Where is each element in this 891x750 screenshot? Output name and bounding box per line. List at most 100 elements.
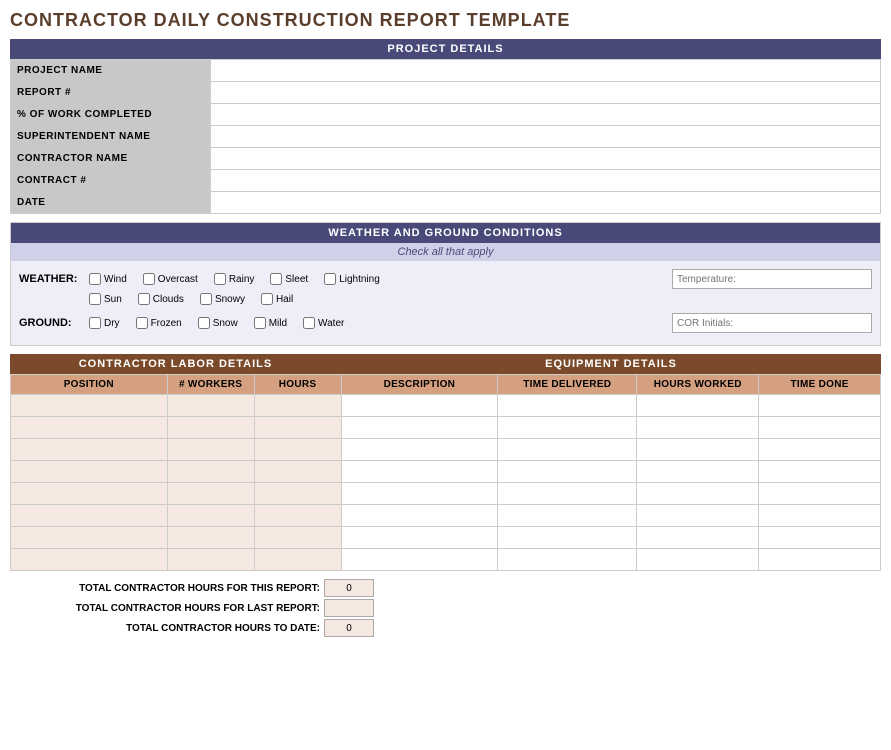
total-label: TOTAL CONTRACTOR HOURS FOR THIS REPORT: <box>10 583 320 594</box>
project-field-label: REPORT # <box>11 82 211 104</box>
weather-checkbox[interactable] <box>89 293 101 305</box>
labor-cell <box>167 439 254 461</box>
labor-cell <box>254 417 341 439</box>
project-field-value <box>211 126 881 148</box>
equipment-cell <box>759 461 881 483</box>
labor-cell <box>167 527 254 549</box>
labor-cell <box>167 461 254 483</box>
cor-initials-input[interactable] <box>672 313 872 333</box>
equipment-cell <box>637 461 759 483</box>
totals-section: TOTAL CONTRACTOR HOURS FOR THIS REPORT: 0… <box>10 579 881 637</box>
weather-checkbox-item: Hail <box>261 293 293 305</box>
weather-checkbox[interactable] <box>89 317 101 329</box>
weather-checkbox[interactable] <box>89 273 101 285</box>
weather-checkbox-label: Hail <box>276 294 293 305</box>
equipment-cell <box>759 439 881 461</box>
weather-checkbox[interactable] <box>138 293 150 305</box>
weather-checkbox[interactable] <box>254 317 266 329</box>
weather-checkbox-label: Lightning <box>339 274 380 285</box>
labor-cell <box>11 483 168 505</box>
labor-cell <box>11 461 168 483</box>
temperature-input[interactable] <box>672 269 872 289</box>
weather-checkbox-label: Rainy <box>229 274 255 285</box>
labor-cell <box>167 505 254 527</box>
main-title: CONTRACTOR DAILY CONSTRUCTION REPORT TEM… <box>10 10 881 31</box>
labor-cell <box>11 549 168 571</box>
labor-cell <box>254 439 341 461</box>
weather-checkbox-item: Snowy <box>200 293 245 305</box>
weather-checkbox[interactable] <box>143 273 155 285</box>
project-field-value <box>211 170 881 192</box>
weather-checkbox[interactable] <box>261 293 273 305</box>
weather-checkbox[interactable] <box>198 317 210 329</box>
equipment-cell <box>341 417 498 439</box>
weather-checkbox-label: Snowy <box>215 294 245 305</box>
equipment-col-header: TIME DONE <box>759 375 881 395</box>
labor-cell <box>11 505 168 527</box>
equipment-cell <box>498 417 637 439</box>
weather-checkbox-item: Sun <box>89 293 122 305</box>
weather-row-1: WEATHER: WindOvercastRainySleetLightning <box>19 269 872 289</box>
labor-equipment-table: POSITION# WORKERSHOURSDESCRIPTIONTIME DE… <box>10 374 881 571</box>
ground-label: GROUND: <box>19 317 89 329</box>
weather-checkbox[interactable] <box>303 317 315 329</box>
total-value: 0 <box>324 619 374 637</box>
equipment-cell <box>341 505 498 527</box>
weather-checkbox-label: Clouds <box>153 294 184 305</box>
project-field-label: DATE <box>11 192 211 214</box>
equipment-cell <box>759 549 881 571</box>
equipment-cell <box>498 505 637 527</box>
weather-section: WEATHER AND GROUND CONDITIONS Check all … <box>10 222 881 346</box>
equipment-cell <box>637 417 759 439</box>
equipment-cell <box>759 417 881 439</box>
total-label: TOTAL CONTRACTOR HOURS TO DATE: <box>10 623 320 634</box>
labor-cell <box>254 527 341 549</box>
project-details-header: PROJECT DETAILS <box>10 39 881 59</box>
equipment-cell <box>637 505 759 527</box>
equipment-cell <box>637 527 759 549</box>
project-field-value <box>211 60 881 82</box>
weather-checkbox[interactable] <box>136 317 148 329</box>
dual-header: CONTRACTOR LABOR DETAILS EQUIPMENT DETAI… <box>10 354 881 374</box>
labor-cell <box>11 417 168 439</box>
total-label: TOTAL CONTRACTOR HOURS FOR LAST REPORT: <box>10 603 320 614</box>
weather-checkbox[interactable] <box>214 273 226 285</box>
project-field-value <box>211 192 881 214</box>
weather-checkbox-label: Dry <box>104 318 120 329</box>
weather-checkbox[interactable] <box>324 273 336 285</box>
equipment-cell <box>498 439 637 461</box>
project-field-label: CONTRACTOR NAME <box>11 148 211 170</box>
weather-checkbox-item: Mild <box>254 317 287 329</box>
weather-checkbox-label: Snow <box>213 318 238 329</box>
equipment-cell <box>637 439 759 461</box>
equipment-cell <box>341 483 498 505</box>
weather-checkbox-label: Sun <box>104 294 122 305</box>
project-field-label: PROJECT NAME <box>11 60 211 82</box>
equipment-cell <box>341 527 498 549</box>
weather-checkbox[interactable] <box>270 273 282 285</box>
labor-cell <box>11 527 168 549</box>
project-field-label: CONTRACT # <box>11 170 211 192</box>
equipment-cell <box>341 395 498 417</box>
project-field-value <box>211 148 881 170</box>
weather-checkbox-label: Frozen <box>151 318 182 329</box>
equipment-col-header: HOURS WORKED <box>637 375 759 395</box>
equipment-cell <box>637 483 759 505</box>
total-value: 0 <box>324 579 374 597</box>
equipment-col-header: DESCRIPTION <box>341 375 498 395</box>
weather-label: WEATHER: <box>19 273 89 285</box>
equipment-cell <box>341 461 498 483</box>
weather-checkbox[interactable] <box>200 293 212 305</box>
equipment-cell <box>498 527 637 549</box>
weather-checkbox-label: Mild <box>269 318 287 329</box>
labor-cell <box>167 417 254 439</box>
project-details-table: PROJECT NAMEREPORT #% OF WORK COMPLETEDS… <box>10 59 881 214</box>
labor-cell <box>11 439 168 461</box>
equipment-cell <box>498 483 637 505</box>
weather-checkbox-item: Water <box>303 317 344 329</box>
weather-right <box>672 269 872 289</box>
equipment-cell <box>341 549 498 571</box>
equipment-header: EQUIPMENT DETAILS <box>341 354 881 374</box>
labor-cell <box>254 483 341 505</box>
weather-row-2: Sun Clouds Snowy Hail <box>19 293 872 305</box>
